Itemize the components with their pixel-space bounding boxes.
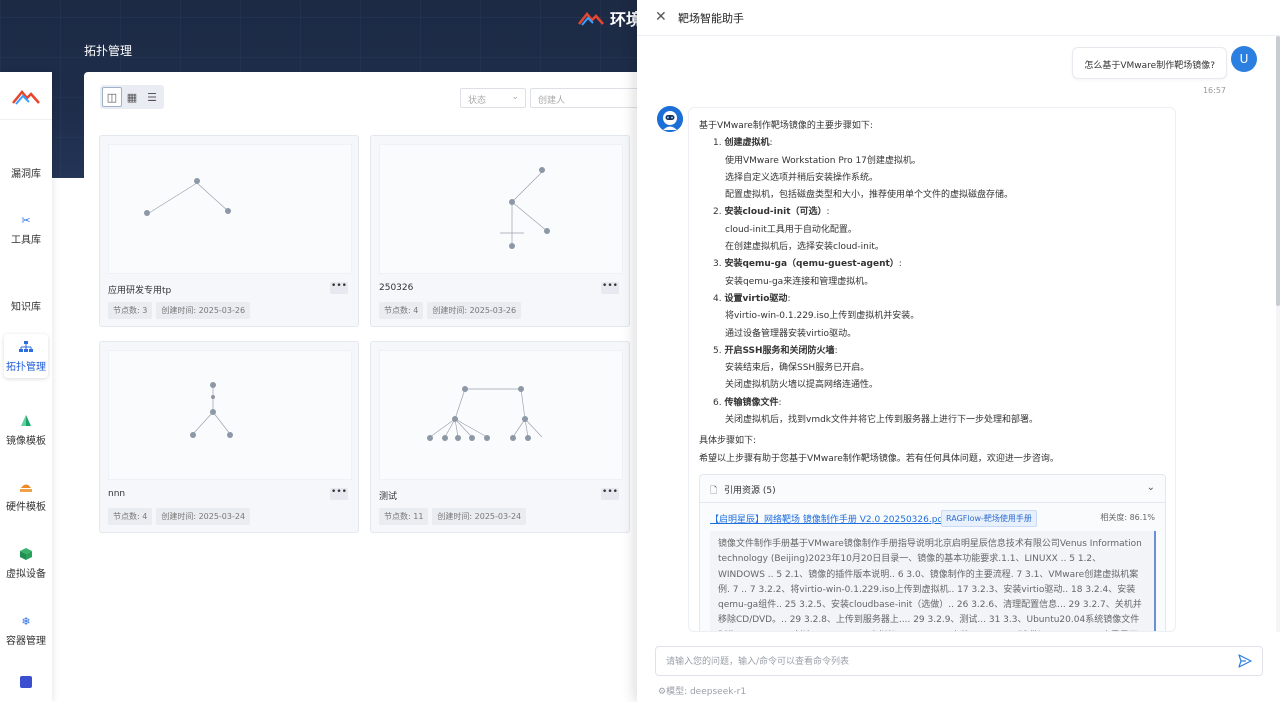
answer-intro: 基于VMware制作靶场镜像的主要步骤如下: <box>699 121 873 131</box>
references-panel: 🗋 引用资源 (5) ⌄ 【启明星辰】网络靶场 镜像制作手册 V2.0 2025… <box>699 474 1166 631</box>
panel-title: 靶场智能助手 <box>678 12 744 25</box>
topology-thumbnail <box>108 350 352 480</box>
status-filter[interactable]: 状态 ⌄ <box>460 88 526 108</box>
topology-thumbnail <box>108 144 352 274</box>
references-toggle[interactable]: 🗋 引用资源 (5) ⌄ <box>700 475 1165 503</box>
document-icon: 🗋 <box>710 486 718 496</box>
more-button[interactable]: ••• <box>601 282 619 294</box>
user-avatar: U <box>1231 46 1257 72</box>
send-icon[interactable] <box>1238 654 1252 668</box>
chat-input-box[interactable] <box>655 646 1263 676</box>
sidebar-item-hardware-template[interactable]: 硬件模板 <box>4 474 48 518</box>
answer-step: 4. 设置virtio驱动: 将virtio-win-0.1.229.iso上传… <box>713 293 920 339</box>
chat-input[interactable] <box>666 654 1226 670</box>
created-time: 创建时间: 2025-03-26 <box>156 302 251 319</box>
created-time: 创建时间: 2025-03-26 <box>427 302 522 319</box>
sidebar-item-container[interactable]: ❄ 容器管理 <box>4 608 48 652</box>
card-view-icon[interactable]: ◫ <box>102 87 122 107</box>
created-time: 创建时间: 2025-03-24 <box>156 508 251 525</box>
brand: 环境 <box>578 6 642 30</box>
topology-icon <box>19 339 33 355</box>
assistant-panel: ✕ 靶场智能助手 怎么基于VMware制作靶场镜像? U 16:57 基于VMw… <box>637 0 1280 702</box>
reference-source-badge: RAGFlow-靶场使用手册 <box>941 510 1037 527</box>
topology-name: 测试 <box>379 492 398 502</box>
app-logo-icon <box>12 89 40 105</box>
answer-step: 1. 创建虚拟机: 使用VMware Workstation Pro 17创建虚… <box>713 138 1014 201</box>
chat-scrollbar[interactable] <box>1276 36 1280 632</box>
more-button[interactable]: ••• <box>601 488 619 500</box>
reference-snippet: 镜像文件制作手册基于VMware镜像制作手册指导说明北京启明星辰信息技术有限公司… <box>710 531 1156 631</box>
topology-thumbnail <box>379 144 623 274</box>
container-icon: ❄ <box>21 614 31 628</box>
reference-link[interactable]: 【启明星辰】网络靶场 镜像制作手册 V2.0 20250326.pdf <box>710 512 946 525</box>
close-icon[interactable]: ✕ <box>655 10 669 24</box>
virtual-device-icon <box>20 546 32 562</box>
answer-step: 3. 安装qemu-ga（qemu-guest-agent）: 安装qemu-g… <box>713 259 902 287</box>
reference-relevance: 相关度: 86.1% <box>1100 513 1155 522</box>
brand-logo-icon <box>578 12 604 26</box>
topology-name: 250326 <box>379 283 414 293</box>
topology-card[interactable]: 250326 ••• 节点数: 4 创建时间: 2025-03-26 <box>370 135 630 327</box>
chevron-down-icon: ⌄ <box>1146 482 1155 493</box>
sidebar: 漏洞库 ✂ 工具库 知识库 拓扑管理 镜像模板 硬件模板 虚拟设备 ❄ 容器管理 <box>0 72 52 702</box>
panel-header: ✕ 靶场智能助手 <box>637 0 1280 36</box>
tools-icon: ✂ <box>21 213 31 227</box>
sidebar-item-virtual-device[interactable]: 虚拟设备 <box>4 541 48 585</box>
node-count: 节点数: 3 <box>108 302 153 319</box>
page-title: 拓扑管理 <box>84 44 133 58</box>
list-view-icon[interactable]: ☰ <box>142 87 162 107</box>
grid-view-icon[interactable]: ▦ <box>122 87 142 107</box>
chevron-down-icon: ⌄ <box>511 92 519 102</box>
message-time: 16:57 <box>1202 86 1226 95</box>
topology-card[interactable]: nnn ••• 节点数: 4 创建时间: 2025-03-24 <box>99 341 359 533</box>
sidebar-item-knowledge[interactable]: 知识库 <box>4 274 48 318</box>
bot-avatar <box>657 106 683 132</box>
model-label: ⚙模型: deepseek-r1 <box>658 687 747 697</box>
assistant-message: 基于VMware制作靶场镜像的主要步骤如下: 1. 创建虚拟机: 使用VMwar… <box>688 107 1176 632</box>
answer-step: 2. 安装cloud-init（可选）: cloud-init工具用于自动化配置… <box>713 207 884 253</box>
topology-list: ◫ ▦ ☰ 状态 ⌄ 创建人 应用研发专用tp ••• 节点数: 3 创建时间:… <box>84 72 644 682</box>
topology-card[interactable]: 应用研发专用tp ••• 节点数: 3 创建时间: 2025-03-26 <box>99 135 359 327</box>
sidebar-item-tool-lib[interactable]: ✂ 工具库 <box>4 207 48 251</box>
node-count: 节点数: 11 <box>379 508 429 525</box>
answer-step: 6. 传输镜像文件: 关闭虚拟机后，找到vmdk文件并将它上传到服务器上进行下一… <box>713 397 1039 426</box>
answer-closing: 希望以上步骤有助于您基于VMware制作靶场镜像。若有任何具体问题，欢迎进一步咨… <box>699 453 1059 464</box>
topology-name: 应用研发专用tp <box>108 286 172 296</box>
sidebar-logo[interactable] <box>0 72 52 120</box>
more-button[interactable]: ••• <box>330 488 348 500</box>
detail-intro: 具体步骤如下: <box>699 436 757 447</box>
sidebar-more-icon[interactable] <box>20 676 32 688</box>
sidebar-item-image-template[interactable]: 镜像模板 <box>4 408 48 452</box>
topology-name: nnn <box>108 489 126 499</box>
node-count: 节点数: 4 <box>108 508 153 525</box>
sidebar-item-topology[interactable]: 拓扑管理 <box>4 334 48 378</box>
topology-card[interactable]: 测试 ••• 节点数: 11 创建时间: 2025-03-24 <box>370 341 630 533</box>
sidebar-item-vuln-lib[interactable]: 漏洞库 <box>4 141 48 185</box>
user-message: 怎么基于VMware制作靶场镜像? <box>1072 47 1227 79</box>
created-time: 创建时间: 2025-03-24 <box>432 508 527 525</box>
node-count: 节点数: 4 <box>379 302 424 319</box>
topology-thumbnail <box>379 350 623 480</box>
hardware-template-icon <box>19 479 33 495</box>
view-toggle: ◫ ▦ ☰ <box>100 85 164 109</box>
more-button[interactable]: ••• <box>330 282 348 294</box>
creator-filter[interactable]: 创建人 <box>530 88 644 108</box>
answer-step: 5. 开启SSH服务和关闭防火墙: 安装结束后，确保SSH服务已开启。 关闭虚拟… <box>713 345 879 391</box>
image-template-icon <box>19 413 33 429</box>
